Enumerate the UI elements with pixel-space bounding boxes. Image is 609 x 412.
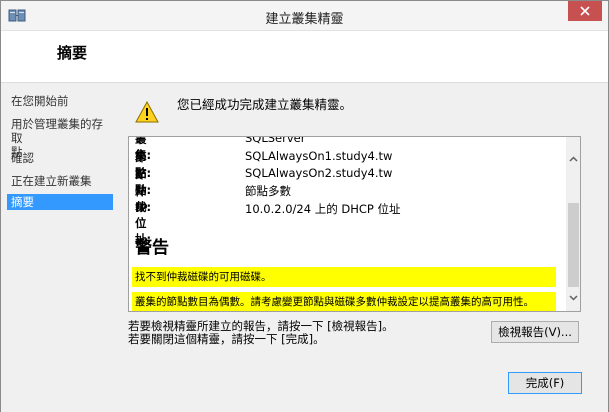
nav-item-confirmation[interactable]: 確認 [7, 150, 113, 166]
window-title: 建立叢集精靈 [265, 12, 344, 27]
report-value: 10.0.2.0/24 上的 DHCP 位址 [245, 202, 401, 216]
warning-icon [135, 100, 159, 123]
warning-item: 找不到仲裁磁碟的可用磁碟。 [132, 267, 556, 287]
report-content: 叢集: SQLServer 節點: SQLAlwaysOn1.study4.tw… [129, 137, 566, 311]
report-value: SQLServer [245, 137, 306, 145]
report-value: 節點多數 [245, 184, 291, 198]
wizard-window: 建立叢集精靈 摘要 在您開始前 用於管理叢集的存取 點 確認 正在建立新叢集 摘… [0, 0, 609, 412]
finish-button[interactable]: 完成(F) [508, 372, 582, 394]
nav-item-creating-cluster[interactable]: 正在建立新叢集 [7, 173, 113, 189]
report-value: SQLAlwaysOn1.study4.tw [245, 149, 393, 163]
title-bar[interactable]: 建立叢集精靈 [1, 1, 608, 31]
scroll-thumb[interactable] [568, 203, 579, 287]
content-panel: 您已經成功完成建立叢集精靈。 叢集: SQLServer 節點: SQLAlwa… [119, 84, 608, 412]
nav-item-before-you-begin[interactable]: 在您開始前 [7, 93, 113, 109]
footer-instructions: 若要檢視精靈所建立的報告，請按一下 [檢視報告]。 若要關閉這個精靈，請按一下 … [128, 320, 394, 346]
summary-report-box[interactable]: 叢集: SQLServer 節點: SQLAlwaysOn1.study4.tw… [128, 136, 581, 312]
report-value: SQLAlwaysOn2.study4.tw [245, 166, 393, 180]
chevron-down-icon [569, 295, 578, 301]
footer-line-finish: 若要關閉這個精靈，請按一下 [完成]。 [128, 332, 325, 346]
close-button[interactable] [568, 1, 602, 21]
wizard-steps-nav: 在您開始前 用於管理叢集的存取 點 確認 正在建立新叢集 摘要 [1, 84, 119, 412]
wizard-header: 摘要 [1, 31, 608, 83]
scroll-down-button[interactable] [566, 290, 580, 306]
chevron-up-icon [569, 156, 578, 162]
close-icon [580, 6, 590, 16]
warning-heading: 警告 [135, 238, 169, 258]
page-title: 摘要 [57, 44, 88, 62]
view-report-button[interactable]: 檢視報告(V)... [491, 321, 579, 343]
report-scrollbar[interactable] [566, 137, 580, 311]
scroll-up-button[interactable] [566, 151, 580, 167]
success-message: 您已經成功完成建立叢集精靈。 [177, 97, 353, 112]
warning-item: 叢集的節點數目為偶數。請考慮變更節點與磁碟多數仲裁設定以提高叢集的高可用性。 [132, 292, 556, 311]
nav-item-summary[interactable]: 摘要 [7, 194, 113, 210]
